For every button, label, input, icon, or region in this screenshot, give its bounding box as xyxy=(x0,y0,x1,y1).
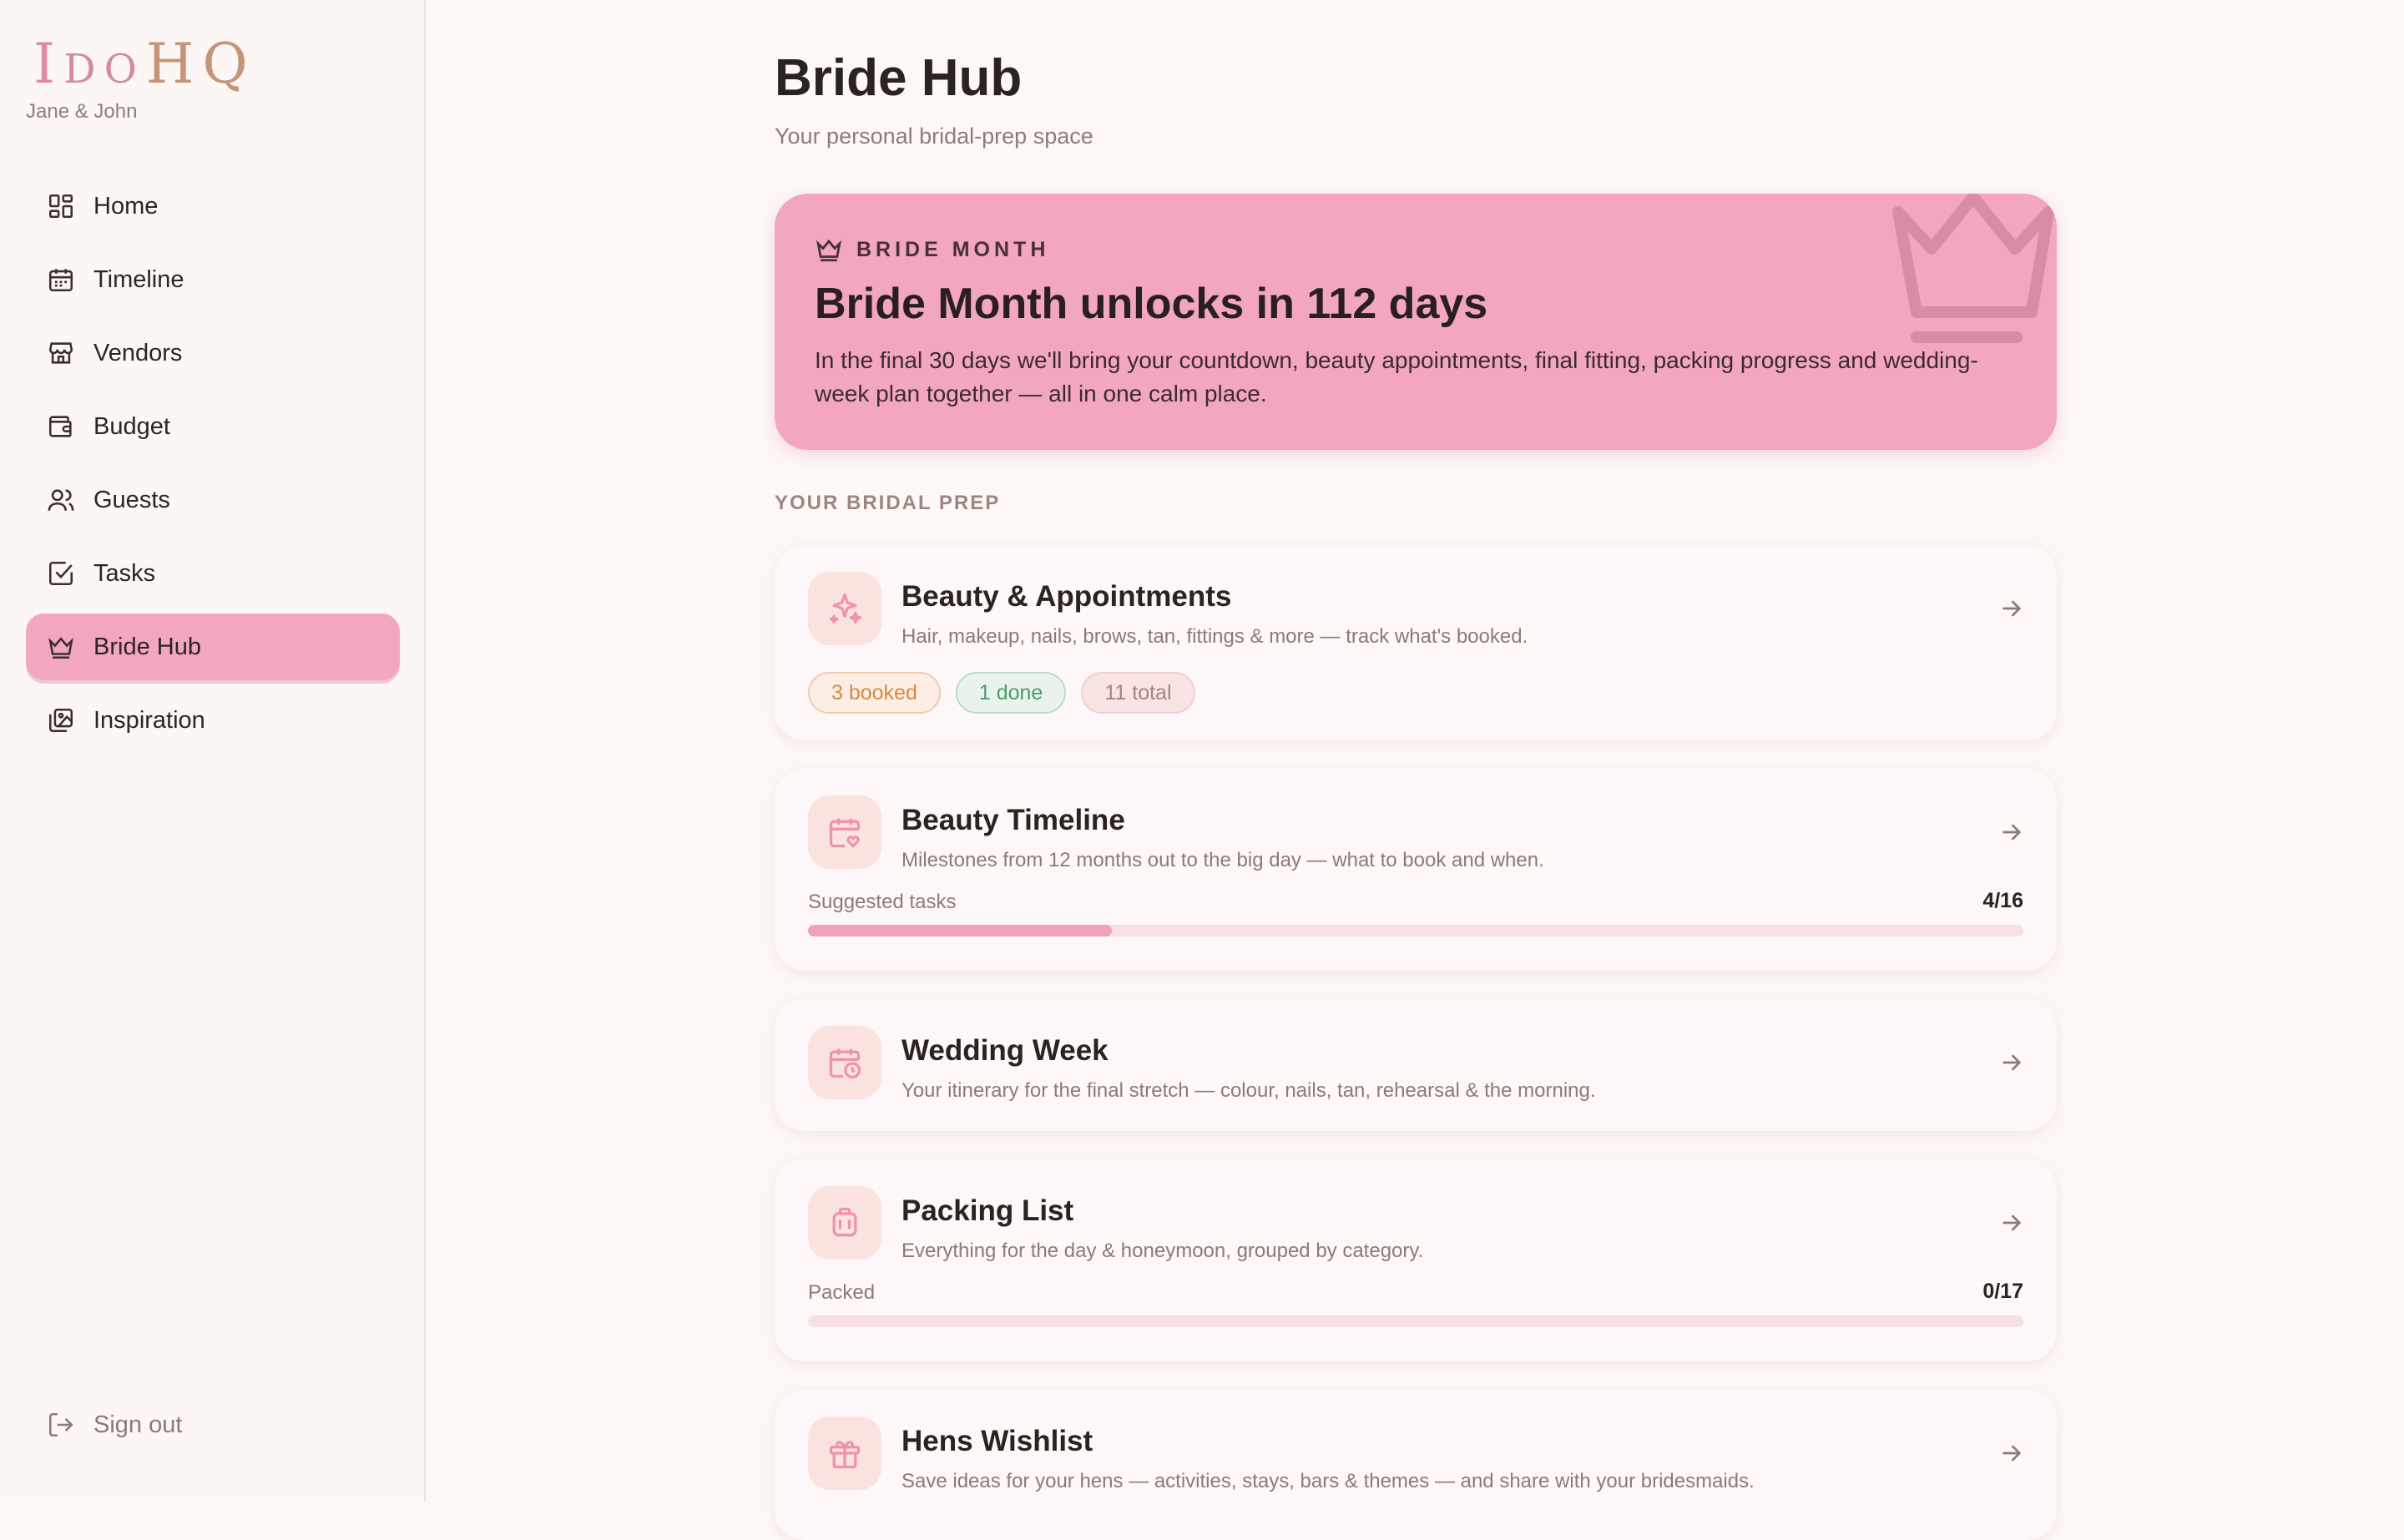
card-description: Save ideas for your hens — activities, s… xyxy=(902,1470,1755,1492)
arrow-right-icon[interactable] xyxy=(1998,1209,2025,1236)
luggage-icon xyxy=(832,1207,857,1237)
app-logo[interactable]: IDOHQ xyxy=(33,37,256,92)
total-badge: 11 total xyxy=(1081,672,1195,714)
sidebar: IDOHQ Jane & John Home Timeline Vendors … xyxy=(0,0,426,1502)
sidebar-item-home[interactable]: Home xyxy=(26,173,400,240)
banner-eyebrow: BRIDE MONTH xyxy=(815,235,1049,264)
calendar-heart-icon xyxy=(829,818,861,848)
sidebar-item-label: Home xyxy=(93,192,159,220)
card-description: Your itinerary for the final stretch — c… xyxy=(902,1079,1596,1102)
calendar-clock-icon xyxy=(829,1048,861,1079)
card-title: Hens Wishlist xyxy=(902,1425,1093,1457)
progress-fill xyxy=(808,925,1112,937)
beauty-appointments-card[interactable]: Beauty & Appointments Hair, makeup, nail… xyxy=(775,545,2057,740)
users-icon xyxy=(48,489,74,511)
images-icon xyxy=(48,708,73,733)
booked-badge: 3 booked xyxy=(808,672,941,714)
logo-letters-hq: HQ xyxy=(145,32,256,96)
progress-label: Suggested tasks xyxy=(808,891,957,913)
done-badge: 1 done xyxy=(955,672,1067,714)
card-icon-container xyxy=(808,1186,881,1260)
sign-out-label: Sign out xyxy=(93,1411,183,1438)
page-subtitle: Your personal bridal-prep space xyxy=(775,124,1093,149)
banner-eyebrow-label: BRIDE MONTH xyxy=(856,237,1050,261)
status-chips: 3 booked 1 done 11 total xyxy=(808,672,1210,714)
crown-watermark-icon xyxy=(1892,194,2054,343)
sidebar-item-bride-hub[interactable]: Bride Hub xyxy=(26,613,400,680)
card-title: Packing List xyxy=(902,1194,1074,1227)
sidebar-item-timeline[interactable]: Timeline xyxy=(26,246,400,313)
card-description: Hair, makeup, nails, brows, tan, fitting… xyxy=(902,625,1528,648)
arrow-right-icon[interactable] xyxy=(1998,1049,2025,1076)
gift-icon xyxy=(829,1441,861,1469)
packing-list-card[interactable]: Packing List Everything for the day & ho… xyxy=(775,1159,2057,1361)
page-title: Bride Hub xyxy=(775,49,1023,107)
card-description: Everything for the day & honeymoon, grou… xyxy=(902,1240,1424,1262)
wallet-icon xyxy=(48,416,72,437)
sidebar-item-label: Bride Hub xyxy=(93,633,201,660)
beauty-timeline-card[interactable]: Beauty Timeline Milestones from 12 month… xyxy=(775,769,2057,971)
sidebar-nav: Home Timeline Vendors Budget Guests Task… xyxy=(26,173,400,760)
card-icon-container xyxy=(808,1026,881,1099)
crown-icon xyxy=(48,637,73,659)
sidebar-item-label: Tasks xyxy=(93,559,156,587)
progress-count: 4/16 xyxy=(1982,889,2023,912)
banner-title: Bride Month unlocks in 112 days xyxy=(815,280,1488,328)
checkbox-icon xyxy=(48,561,73,586)
hens-wishlist-card[interactable]: Hens Wishlist Save ideas for your hens —… xyxy=(775,1390,2057,1540)
logo-letters-do: DO xyxy=(63,46,145,93)
card-title: Wedding Week xyxy=(902,1034,1109,1067)
card-title: Beauty Timeline xyxy=(902,804,1125,836)
banner-description: In the final 30 days we'll bring your co… xyxy=(815,347,1978,406)
wedding-week-card[interactable]: Wedding Week Your itinerary for the fina… xyxy=(775,999,2057,1131)
sidebar-item-budget[interactable]: Budget xyxy=(26,393,400,460)
arrow-right-icon[interactable] xyxy=(1998,819,2025,846)
bride-month-banner: BRIDE MONTH Bride Month unlocks in 112 d… xyxy=(775,194,2057,450)
sidebar-item-tasks[interactable]: Tasks xyxy=(26,540,400,607)
sidebar-item-label: Timeline xyxy=(93,265,184,293)
card-description: Milestones from 12 months out to the big… xyxy=(902,849,1544,871)
card-icon-container xyxy=(808,572,881,645)
card-icon-container xyxy=(808,795,881,869)
store-icon xyxy=(48,342,73,364)
progress-label: Packed xyxy=(808,1281,876,1304)
dashboard-icon xyxy=(48,194,73,219)
sidebar-item-label: Budget xyxy=(93,412,170,440)
sidebar-item-label: Vendors xyxy=(93,339,183,366)
couple-names: Jane & John xyxy=(26,100,138,123)
sidebar-item-label: Inspiration xyxy=(93,706,205,734)
sidebar-item-label: Guests xyxy=(93,486,170,513)
arrow-right-icon[interactable] xyxy=(1998,595,2025,622)
sign-out-button[interactable]: Sign out xyxy=(47,1411,182,1439)
crown-icon xyxy=(816,239,841,262)
progress-count: 0/17 xyxy=(1982,1280,2023,1303)
arrow-right-icon[interactable] xyxy=(1998,1440,2025,1467)
card-title: Beauty & Appointments xyxy=(902,580,1232,613)
sidebar-item-vendors[interactable]: Vendors xyxy=(26,320,400,386)
section-label: YOUR BRIDAL PREP xyxy=(775,492,1001,514)
logout-icon xyxy=(48,1412,73,1437)
sidebar-item-guests[interactable]: Guests xyxy=(26,467,400,533)
sidebar-item-inspiration[interactable]: Inspiration xyxy=(26,687,400,754)
card-icon-container xyxy=(808,1416,881,1490)
logo-letter-i: I xyxy=(33,32,64,96)
progress-bar xyxy=(808,925,2023,937)
sparkles-icon xyxy=(829,593,861,624)
calendar-icon xyxy=(48,269,73,292)
progress-bar xyxy=(808,1315,2023,1327)
